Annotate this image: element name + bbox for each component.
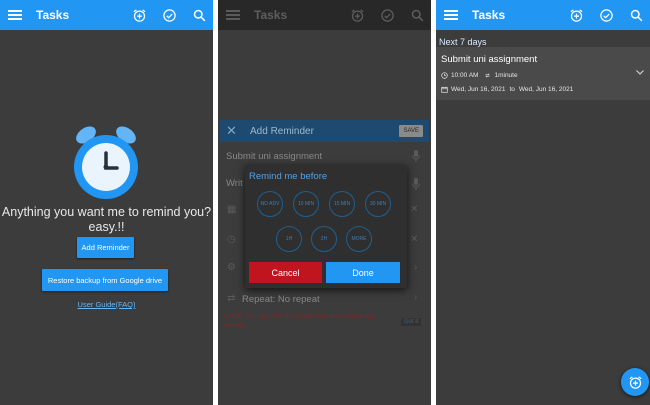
repeat-icon: ⇄ — [227, 293, 236, 304]
alarm-add-icon — [629, 375, 641, 389]
task-date-row: Wed, Jun 16, 2021 to Wed, Jun 16, 2021 — [441, 86, 573, 93]
empty-state-line1: Anything you want me to remind you? — [1, 205, 212, 219]
user-guide-link[interactable]: User Guide(FAQ) — [0, 300, 213, 309]
menu-icon[interactable] — [444, 8, 458, 22]
calendar-icon — [441, 86, 448, 93]
alarm-add-icon[interactable] — [568, 7, 584, 23]
search-icon[interactable] — [628, 7, 644, 23]
screen-task-list: Tasks Next 7 days Submit uni assignment … — [436, 0, 650, 405]
chevron-right-icon[interactable]: › — [414, 262, 417, 273]
add-reminder-title: Add Reminder — [250, 125, 314, 137]
screenshot-collage: Tasks Anything you want me to remind you… — [0, 0, 650, 405]
restore-backup-button[interactable]: Restore backup from Google drive — [42, 269, 168, 291]
app-title: Tasks — [36, 8, 70, 22]
task-repeat: 1minute — [494, 72, 518, 79]
search-icon — [409, 7, 425, 23]
description-field[interactable]: Writ — [226, 178, 243, 189]
done-button[interactable]: Done — [326, 262, 400, 283]
remind-before-dialog: Remind me before NO ADV 10 MIN 15 MIN 30… — [245, 165, 407, 288]
check-circle-icon[interactable] — [598, 7, 614, 23]
mic-icon[interactable] — [412, 178, 420, 193]
alarm-add-icon[interactable] — [131, 7, 147, 23]
add-reminder-fab[interactable] — [621, 368, 649, 396]
option-no-advance[interactable]: NO ADV — [257, 191, 283, 217]
clock-icon: ◷ — [227, 234, 236, 245]
task-title: Submit uni assignment — [441, 54, 538, 65]
close-icon[interactable]: ✕ — [410, 204, 418, 215]
option-1-hour[interactable]: 1H — [276, 226, 302, 252]
menu-icon — [226, 8, 240, 22]
settings-icon: ⚙ — [227, 262, 236, 273]
chevron-right-icon[interactable]: › — [414, 292, 417, 303]
alarm-clock-illustration-icon — [74, 126, 138, 199]
clock-icon — [441, 72, 448, 79]
task-title-field[interactable]: Submit uni assignment — [226, 151, 322, 162]
app-title: Tasks — [254, 8, 288, 22]
option-30-min[interactable]: 30 MIN — [365, 191, 391, 217]
save-button[interactable]: SAVE — [399, 125, 423, 137]
check-circle-icon[interactable] — [161, 7, 177, 23]
option-10-min[interactable]: 10 MIN — [293, 191, 319, 217]
date-range-separator: to — [509, 86, 515, 93]
empty-state-line2: easy.!! — [88, 220, 125, 234]
search-icon[interactable] — [191, 7, 207, 23]
chevron-down-icon[interactable] — [635, 67, 645, 77]
menu-icon[interactable] — [8, 8, 22, 22]
option-15-min[interactable]: 15 MIN — [329, 191, 355, 217]
app-bar: Tasks — [218, 0, 431, 30]
mic-icon[interactable] — [412, 150, 420, 165]
close-icon[interactable]: ✕ — [410, 234, 418, 245]
cancel-button[interactable]: Cancel — [249, 262, 322, 283]
date-picker-note: NOTE: You can change a Date Time picker … — [224, 313, 376, 329]
task-start-date: Wed, Jun 16, 2021 — [451, 86, 506, 93]
app-bar: Tasks — [436, 0, 650, 30]
dialog-title: Remind me before — [249, 171, 328, 182]
screen-add-reminder-dialog: Tasks ✕ Add Reminder SAVE Submit uni ass… — [218, 0, 431, 405]
app-bar: Tasks — [0, 0, 213, 30]
task-time: 10:00 AM — [451, 72, 479, 79]
add-reminder-button[interactable]: Add Reminder — [77, 237, 134, 258]
section-header: Next 7 days — [439, 37, 487, 47]
option-2-hours[interactable]: 2H — [311, 226, 337, 252]
check-circle-icon — [379, 7, 395, 23]
alarm-add-icon — [349, 7, 365, 23]
option-more[interactable]: MORE — [346, 226, 372, 252]
repeat-icon — [485, 73, 491, 78]
calendar-icon: ▦ — [227, 204, 237, 215]
screen-empty-tasks: Tasks Anything you want me to remind you… — [0, 0, 213, 405]
got-it-button[interactable]: Got it — [401, 318, 422, 326]
repeat-setting[interactable]: Repeat: No repeat — [242, 294, 320, 305]
app-title: Tasks — [472, 8, 506, 22]
close-icon[interactable]: ✕ — [226, 123, 242, 139]
task-time-row: 10:00 AM 1minute — [441, 72, 518, 79]
task-card[interactable]: Submit uni assignment 10:00 AM 1minute W… — [436, 47, 650, 100]
add-reminder-toolbar: ✕ Add Reminder SAVE — [220, 120, 429, 142]
task-end-date: Wed, Jun 16, 2021 — [518, 86, 574, 93]
